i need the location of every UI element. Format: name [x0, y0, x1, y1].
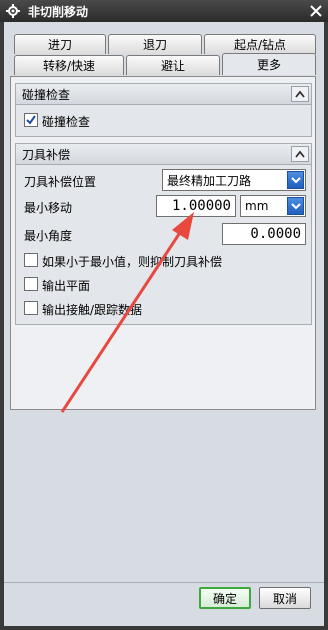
annotation-arrow — [60, 212, 194, 413]
ok-button[interactable]: 确定 — [199, 587, 251, 609]
cancel-button[interactable]: 取消 — [259, 587, 311, 609]
footer-divider — [4, 582, 324, 583]
